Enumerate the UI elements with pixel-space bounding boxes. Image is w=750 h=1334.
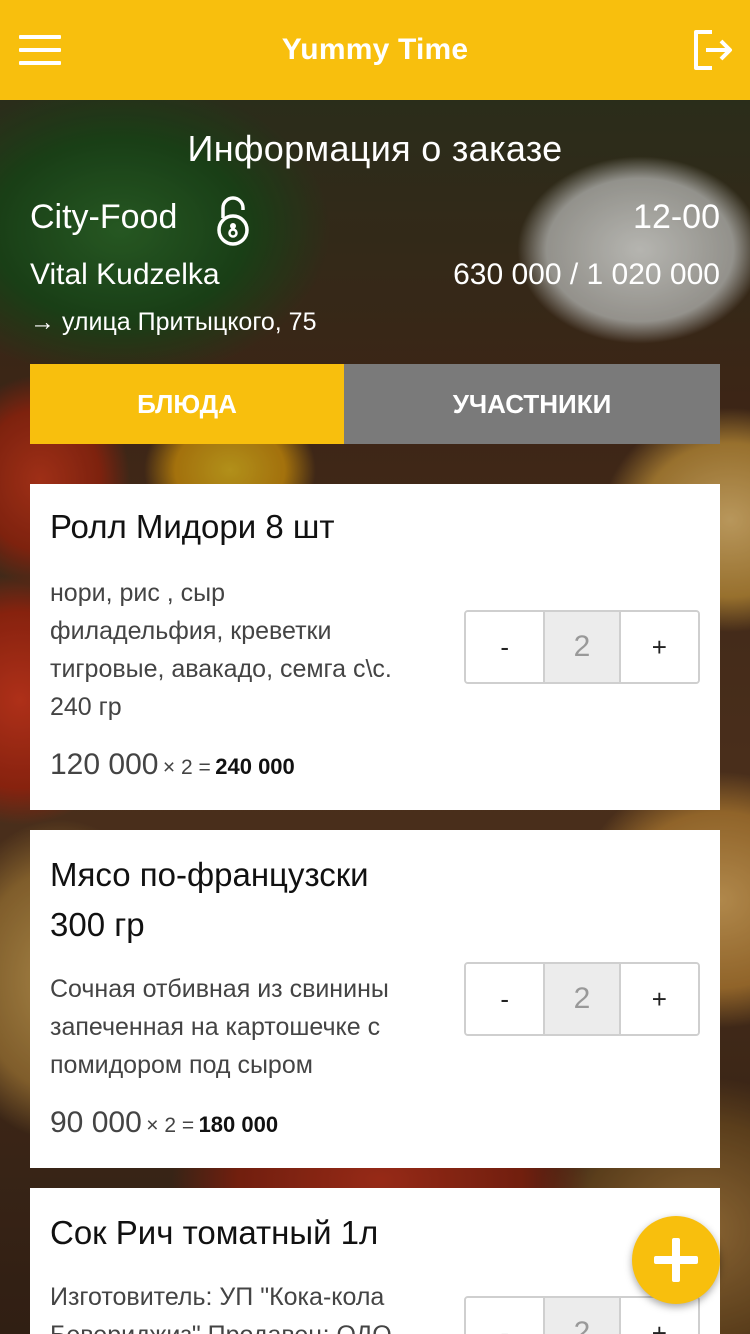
dish-description-line: Бевериджиз" Продавец: ОДО bbox=[50, 1316, 450, 1334]
price-total: 240 000 bbox=[215, 754, 295, 779]
order-user: Vital Kudzelka bbox=[30, 258, 220, 291]
dish-description-line: тигровые, авакадо, семга с\с. bbox=[50, 655, 392, 683]
price-multiplier: × 2 = bbox=[146, 1114, 195, 1137]
unit-price: 120 000 bbox=[50, 748, 159, 781]
dish-name: Ролл Мидори 8 шт bbox=[50, 502, 334, 552]
dish-card: Мясо по-французски 300 гр Сочная отбивна… bbox=[30, 830, 720, 1168]
increment-button[interactable]: + bbox=[620, 964, 698, 1034]
dish-description: Сочная отбивная из свинины запеченная на… bbox=[50, 970, 450, 1084]
tab-participants[interactable]: УЧАСТНИКИ bbox=[344, 364, 720, 444]
quantity-value: 2 bbox=[543, 612, 621, 682]
order-info: Информация о заказе City-Food 12-00 Vita… bbox=[0, 100, 750, 364]
dish-description: Изготовитель: УП "Кока-кола Бевериджиз" … bbox=[50, 1278, 450, 1334]
dish-price: 90 000 × 2 = 180 000 bbox=[50, 1106, 278, 1140]
dish-description: нори, рис , сыр филадельфия, креветки ти… bbox=[50, 574, 450, 726]
dish-description-line: Изготовитель: УП "Кока-кола bbox=[50, 1283, 385, 1311]
decrement-button[interactable]: - bbox=[466, 1298, 544, 1334]
dish-name-line: Ролл Мидори 8 шт bbox=[50, 508, 335, 545]
price-multiplier: × 2 = bbox=[162, 756, 211, 779]
quantity-stepper: - 2 + bbox=[464, 610, 700, 684]
restaurant-name: City-Food bbox=[30, 198, 178, 236]
quantity-value: 2 bbox=[543, 964, 621, 1034]
decrement-button[interactable]: - bbox=[466, 612, 544, 682]
dish-description-line: помидором под сыром bbox=[50, 1051, 313, 1079]
unit-price: 90 000 bbox=[50, 1106, 142, 1139]
quantity-stepper: - 2 + bbox=[464, 962, 700, 1036]
app-bar: Yummy Time bbox=[0, 0, 750, 100]
dish-name-line: Сок Рич томатный 1л bbox=[50, 1214, 379, 1251]
add-dish-button[interactable] bbox=[632, 1216, 720, 1304]
increment-button[interactable]: + bbox=[620, 1298, 698, 1334]
dish-name-line: 300 гр bbox=[50, 906, 145, 943]
dish-description-line: нори, рис , сыр bbox=[50, 579, 226, 607]
dish-name: Сок Рич томатный 1л bbox=[50, 1208, 378, 1258]
dish-name: Мясо по-французски 300 гр bbox=[50, 850, 369, 950]
dish-description-line: 240 гр bbox=[50, 693, 122, 721]
order-amount: 630 000 / 1 020 000 bbox=[453, 258, 720, 291]
dish-price: 120 000 × 2 = 240 000 bbox=[50, 748, 295, 782]
logout-icon[interactable] bbox=[690, 28, 734, 72]
unlocked-padlock-icon[interactable] bbox=[214, 196, 252, 246]
tab-bar: БЛЮДА УЧАСТНИКИ bbox=[30, 364, 720, 444]
app-title: Yummy Time bbox=[281, 33, 469, 66]
order-time: 12-00 bbox=[633, 198, 720, 236]
decrement-button[interactable]: - bbox=[466, 964, 544, 1034]
dish-card: Сок Рич томатный 1л Изготовитель: УП "Ко… bbox=[30, 1188, 720, 1334]
increment-button[interactable]: + bbox=[620, 612, 698, 682]
dish-description-line: запеченная на картошечке с bbox=[50, 1013, 381, 1041]
dish-description-line: Сочная отбивная из свинины bbox=[50, 975, 389, 1003]
tab-dishes[interactable]: БЛЮДА bbox=[30, 364, 344, 444]
hamburger-menu-icon[interactable] bbox=[18, 30, 62, 70]
dish-name-line: Мясо по-французски bbox=[50, 856, 369, 893]
dish-card: Ролл Мидори 8 шт нори, рис , сыр филадел… bbox=[30, 484, 720, 810]
quantity-value: 2 bbox=[543, 1298, 621, 1334]
dish-description-line: филадельфия, креветки bbox=[50, 617, 332, 645]
order-address: → улица Притыцкого, 75 bbox=[30, 308, 317, 336]
price-total: 180 000 bbox=[198, 1112, 279, 1137]
order-info-heading: Информация о заказе bbox=[187, 128, 563, 169]
